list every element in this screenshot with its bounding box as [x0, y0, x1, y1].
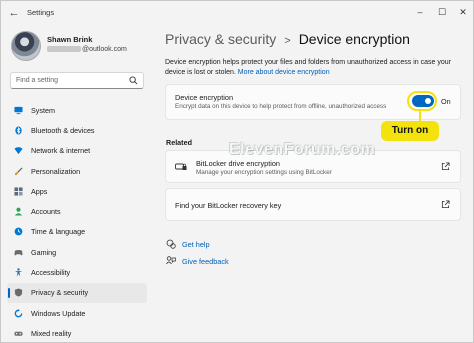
recovery-key-card[interactable]: Find your BitLocker recovery key: [165, 188, 461, 221]
apps-icon: [14, 187, 23, 196]
sidebar-item-mixed-reality[interactable]: Mixed reality: [7, 323, 147, 342]
globe-clock-icon: [14, 228, 23, 236]
headset-icon: [14, 331, 23, 336]
gamepad-icon: [14, 249, 23, 256]
recovery-key-title: Find your BitLocker recovery key: [175, 201, 282, 210]
maximize-icon[interactable]: ☐: [434, 4, 450, 20]
sidebar-item-personalization[interactable]: Personalization: [7, 161, 147, 181]
monitor-icon: [14, 106, 23, 114]
search-input[interactable]: Find a setting: [10, 72, 144, 89]
turn-on-callout: Turn on: [381, 121, 439, 141]
bitlocker-title: BitLocker drive encryption: [196, 159, 280, 168]
more-info-link[interactable]: More about device encryption: [238, 69, 330, 76]
accessibility-icon: [14, 268, 23, 277]
sidebar-item-label: Apps: [31, 186, 48, 196]
breadcrumb: Privacy & security > Device encryption: [165, 31, 410, 47]
open-external-icon: [441, 200, 450, 209]
window-title: Settings: [27, 8, 55, 17]
redacted-email-block: [47, 46, 81, 53]
sidebar-item-label: System: [31, 105, 55, 115]
encryption-subtitle: Encrypt data on this device to help prot…: [175, 103, 387, 110]
person-icon: [14, 207, 23, 216]
open-external-icon: [441, 162, 450, 171]
email-domain: @outlook.com: [82, 46, 127, 53]
sidebar-nav: System Bluetooth & devices Network & int…: [7, 100, 147, 342]
callout-highlight-ring: [407, 91, 437, 111]
sidebar-item-label: Privacy & security: [31, 288, 89, 298]
close-icon[interactable]: ✕: [455, 4, 471, 20]
watermark: ElevenForum.com: [229, 141, 376, 158]
sidebar-item-label: Network & internet: [31, 146, 91, 156]
sidebar-item-label: Accounts: [31, 207, 61, 217]
breadcrumb-parent[interactable]: Privacy & security: [165, 31, 276, 47]
feedback-icon: [166, 256, 176, 265]
get-help-link[interactable]: Get help: [166, 239, 210, 249]
sidebar-item-accounts[interactable]: Accounts: [7, 201, 147, 221]
back-arrow-icon[interactable]: ←: [7, 6, 21, 20]
settings-window: ← Settings – ☐ ✕ Shawn Brink @outlook.co…: [0, 0, 474, 343]
give-feedback-label: Give feedback: [182, 256, 229, 266]
sidebar-item-windows-update[interactable]: Windows Update: [7, 303, 147, 323]
give-feedback-link[interactable]: Give feedback: [166, 256, 229, 266]
sidebar-item-time-language[interactable]: Time & language: [7, 222, 147, 242]
sidebar-item-label: Bluetooth & devices: [31, 125, 95, 135]
sidebar-item-label: Mixed reality: [31, 328, 72, 338]
sidebar-item-label: Windows Update: [31, 308, 86, 318]
sidebar-item-bluetooth[interactable]: Bluetooth & devices: [7, 120, 147, 140]
minimize-icon[interactable]: –: [412, 4, 428, 20]
page-title: Device encryption: [298, 31, 410, 47]
user-name: Shawn Brink: [47, 35, 93, 44]
sidebar-item-apps[interactable]: Apps: [7, 181, 147, 201]
sidebar-item-system[interactable]: System: [7, 100, 147, 120]
get-help-label: Get help: [182, 239, 210, 249]
search-placeholder: Find a setting: [16, 77, 59, 84]
sidebar-item-accessibility[interactable]: Accessibility: [7, 262, 147, 282]
toggle-state-label: On: [441, 97, 451, 106]
brush-icon: [14, 166, 23, 175]
shield-icon: [14, 288, 23, 297]
sidebar-item-label: Personalization: [31, 166, 81, 176]
sidebar-item-label: Time & language: [31, 227, 86, 237]
title-bar: ← Settings – ☐ ✕: [1, 1, 473, 25]
update-icon: [14, 308, 23, 317]
related-section-title: Related: [166, 138, 192, 147]
user-profile[interactable]: Shawn Brink @outlook.com: [11, 31, 151, 67]
avatar: [11, 31, 41, 61]
sidebar-item-network[interactable]: Network & internet: [7, 141, 147, 161]
encryption-title: Device encryption: [175, 93, 233, 102]
sidebar-item-gaming[interactable]: Gaming: [7, 242, 147, 262]
help-chat-icon: [166, 239, 176, 249]
sidebar-item-label: Gaming: [31, 247, 57, 257]
page-description: Device encryption helps protect your fil…: [165, 58, 461, 78]
bluetooth-icon: [15, 126, 22, 135]
sidebar-item-label: Accessibility: [31, 268, 71, 278]
search-icon: [129, 76, 138, 85]
user-email: @outlook.com: [47, 46, 127, 53]
bitlocker-subtitle: Manage your encryption settings using Bi…: [196, 169, 332, 176]
drive-lock-icon: [175, 163, 187, 170]
breadcrumb-separator: >: [284, 35, 291, 47]
wifi-icon: [14, 147, 23, 155]
sidebar-item-privacy-security[interactable]: Privacy & security: [7, 282, 147, 303]
